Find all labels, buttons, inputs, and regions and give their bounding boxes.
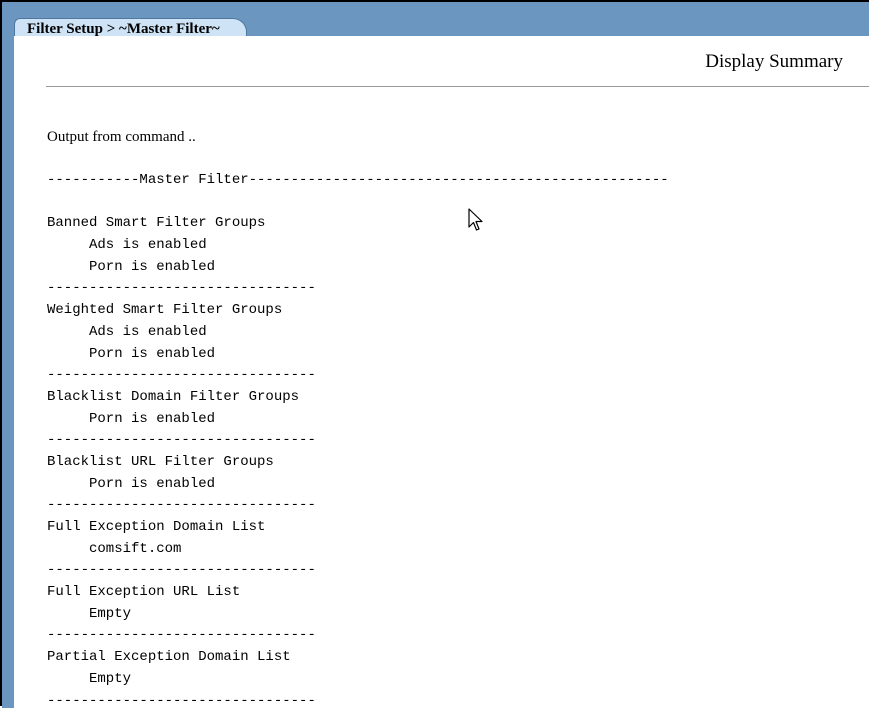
command-output-intro: Output from command .. xyxy=(47,129,196,146)
output-line: Weighted Smart Filter Groups xyxy=(47,300,669,322)
command-output: -----------Master Filter----------------… xyxy=(47,170,669,712)
output-line: -------------------------------- xyxy=(47,691,669,712)
output-line: Blacklist URL Filter Groups xyxy=(47,452,669,474)
mouse-pointer-icon xyxy=(468,208,484,232)
output-line: Full Exception URL List xyxy=(47,582,669,604)
output-line xyxy=(47,192,669,214)
output-line: Partial Exception Domain List xyxy=(47,647,669,669)
output-line: -------------------------------- xyxy=(47,365,669,387)
output-line: Ads is enabled xyxy=(47,322,669,344)
output-line: -------------------------------- xyxy=(47,560,669,582)
output-line: Empty xyxy=(47,604,669,626)
header-bar: Filter Setup > ~Master Filter~ xyxy=(2,2,869,36)
output-line: Porn is enabled xyxy=(47,409,669,431)
window-frame: Filter Setup > ~Master Filter~ Display S… xyxy=(0,0,869,706)
output-line: Banned Smart Filter Groups xyxy=(47,213,669,235)
output-line: Blacklist Domain Filter Groups xyxy=(47,387,669,409)
content-panel: Display Summary Output from command .. -… xyxy=(2,36,869,708)
page-title: Display Summary xyxy=(705,51,843,73)
title-divider xyxy=(46,86,869,87)
output-line: Porn is enabled xyxy=(47,474,669,496)
output-line: -----------Master Filter----------------… xyxy=(47,170,669,192)
output-line: -------------------------------- xyxy=(47,495,669,517)
output-line: Ads is enabled xyxy=(47,235,669,257)
output-line: Porn is enabled xyxy=(47,257,669,279)
output-line: Empty xyxy=(47,669,669,691)
output-line: Full Exception Domain List xyxy=(47,517,669,539)
output-line: -------------------------------- xyxy=(47,430,669,452)
output-line: -------------------------------- xyxy=(47,625,669,647)
output-line: -------------------------------- xyxy=(47,278,669,300)
output-line: Porn is enabled xyxy=(47,344,669,366)
output-line: comsift.com xyxy=(47,539,669,561)
